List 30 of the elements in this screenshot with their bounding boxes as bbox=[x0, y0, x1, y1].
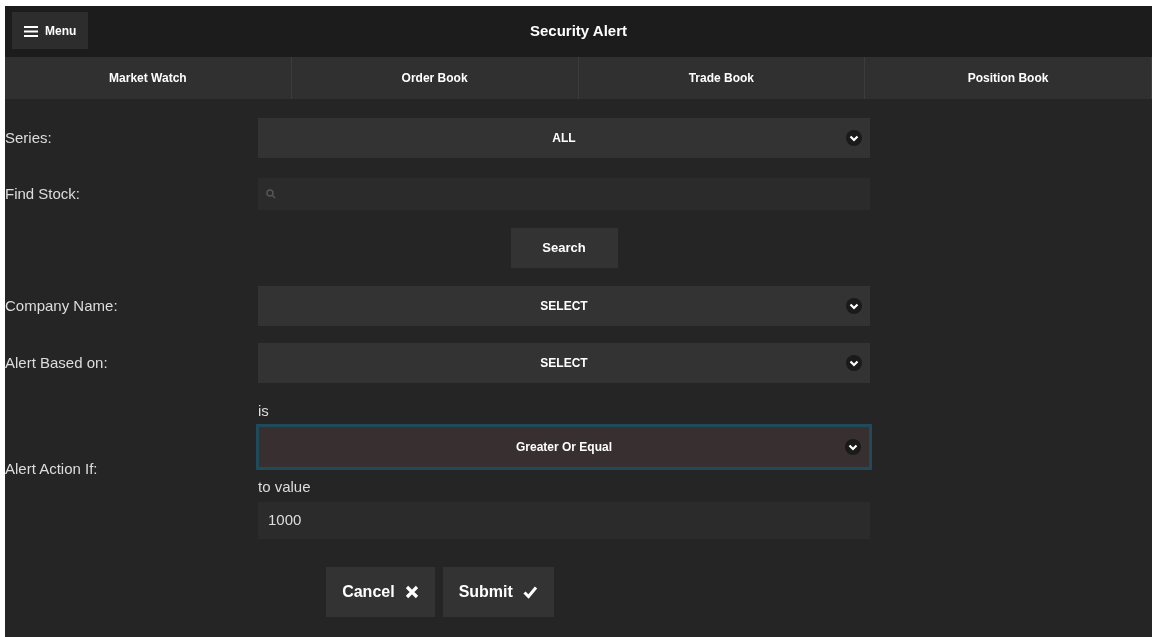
chevron-down-icon bbox=[846, 130, 862, 146]
value-field[interactable]: 1000 bbox=[258, 502, 870, 539]
cancel-button[interactable]: Cancel bbox=[326, 567, 435, 617]
nav-tab[interactable]: Order Book bbox=[291, 57, 579, 99]
check-icon bbox=[522, 585, 538, 599]
dropdown[interactable]: Greater Or Equal bbox=[259, 426, 869, 467]
field-label: Find Stock: bbox=[5, 183, 81, 204]
dropdown[interactable]: SELECT bbox=[258, 286, 870, 326]
nav-tab[interactable]: Trade Book bbox=[578, 57, 866, 99]
field-label: Alert Based on: bbox=[5, 352, 108, 373]
menu-icon bbox=[24, 24, 38, 37]
search-icon bbox=[266, 189, 276, 199]
search-field[interactable] bbox=[258, 178, 870, 210]
search-button[interactable]: Search bbox=[510, 228, 618, 268]
submit-button[interactable]: Submit bbox=[442, 567, 554, 617]
page-title: Security Alert bbox=[530, 21, 627, 42]
menu-button[interactable]: Menu bbox=[12, 12, 89, 49]
caption-text: to value bbox=[258, 476, 312, 497]
nav-tab[interactable]: Position Book bbox=[865, 57, 1152, 99]
field-label: Company Name: bbox=[5, 295, 118, 316]
field-label: Alert Action If: bbox=[5, 459, 98, 480]
chevron-down-icon bbox=[845, 438, 861, 455]
field-label: Series: bbox=[5, 127, 52, 148]
close-icon bbox=[404, 585, 419, 599]
nav-tab[interactable]: Market Watch bbox=[5, 57, 292, 99]
caption-text: is bbox=[258, 401, 270, 421]
dropdown[interactable]: SELECT bbox=[258, 343, 870, 383]
chevron-down-icon bbox=[846, 298, 862, 314]
chevron-down-icon bbox=[846, 355, 862, 371]
dropdown[interactable]: ALL bbox=[258, 118, 870, 158]
